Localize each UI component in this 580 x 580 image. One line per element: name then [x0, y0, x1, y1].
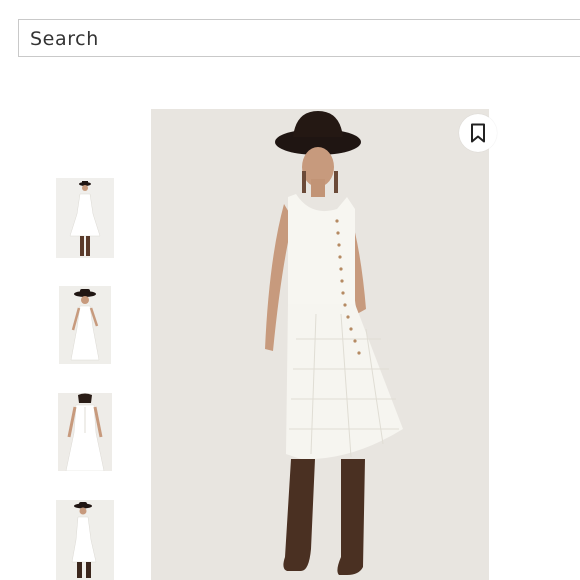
- search-input[interactable]: Search: [18, 19, 580, 57]
- search-placeholder: Search: [30, 28, 99, 50]
- product-thumbnail-4[interactable]: [56, 500, 114, 580]
- product-thumbnail-1[interactable]: [56, 178, 114, 258]
- save-button[interactable]: [459, 114, 497, 152]
- bookmark-icon: [470, 123, 486, 143]
- product-main-image[interactable]: [151, 109, 489, 580]
- product-thumbnail-3[interactable]: [58, 393, 112, 471]
- product-thumbnail-2[interactable]: [59, 286, 111, 364]
